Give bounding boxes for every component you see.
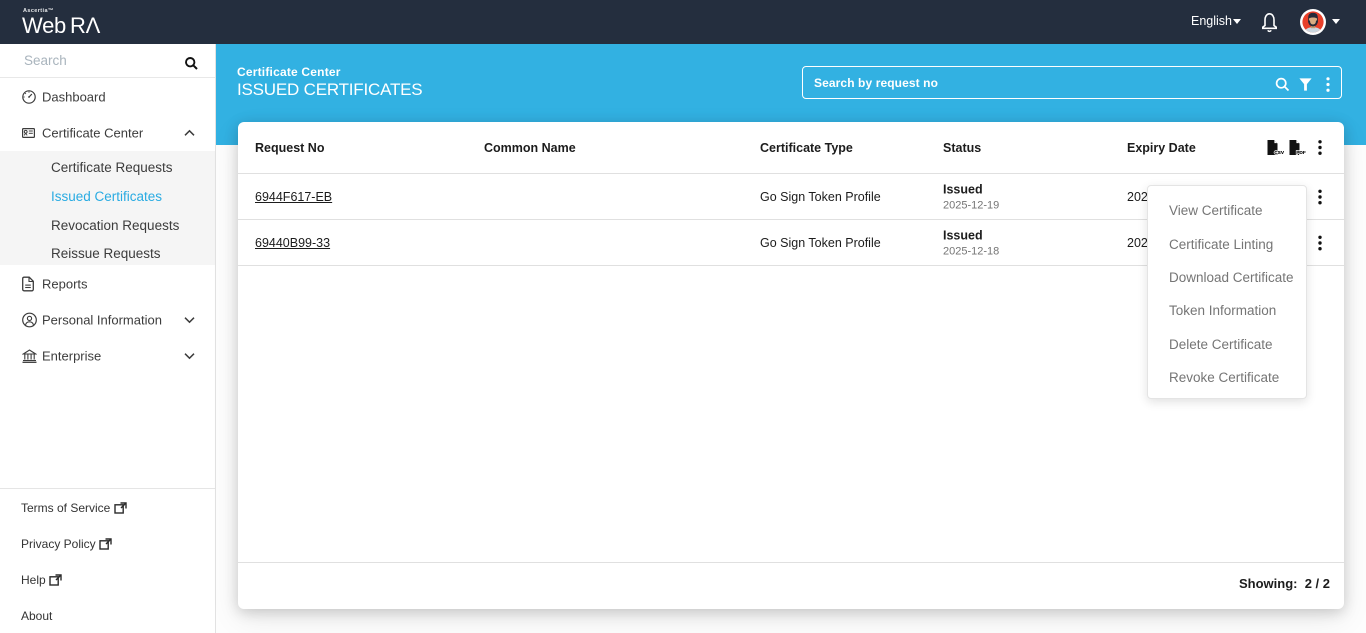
svg-text:CSV: CSV (1274, 150, 1285, 155)
svg-text:PDF: PDF (1296, 150, 1306, 155)
